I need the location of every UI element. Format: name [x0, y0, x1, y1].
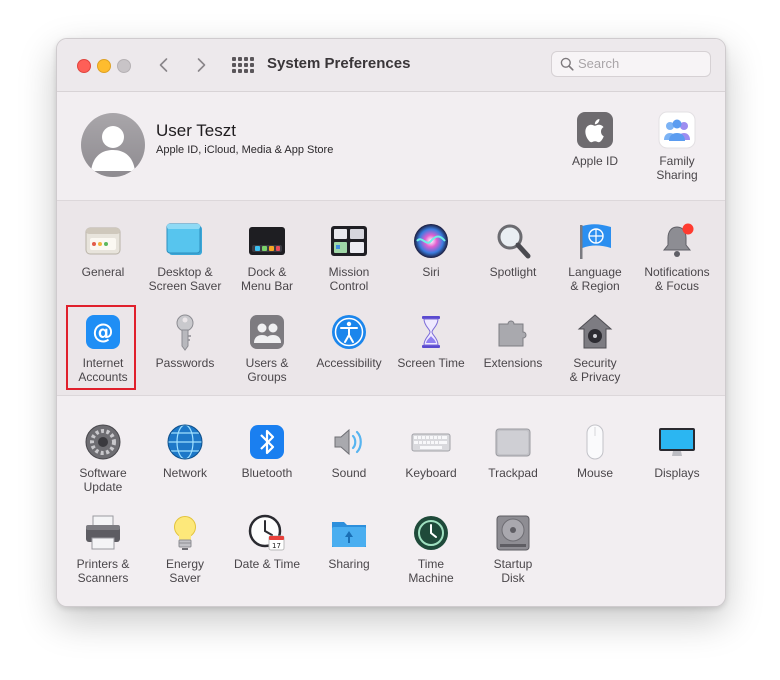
show-all-grid-button[interactable]	[232, 56, 254, 74]
person-icon	[91, 126, 135, 171]
pref-label: Trackpad	[488, 466, 538, 480]
apple-icon	[577, 112, 613, 148]
user-section: User Teszt Apple ID, iCloud, Media & App…	[57, 92, 725, 201]
pref-label: Notifications & Focus	[644, 265, 710, 293]
time-machine-icon	[414, 516, 448, 550]
pref-label: Sharing	[328, 557, 370, 571]
search-input[interactable]	[578, 56, 704, 71]
general-icon	[85, 227, 121, 255]
pref-label: Dock & Menu Bar	[240, 265, 294, 293]
close-button[interactable]	[77, 59, 91, 73]
pref-label: Family Sharing	[656, 154, 698, 182]
key-icon	[176, 314, 194, 351]
pref-label: General	[81, 265, 125, 279]
search-icon	[560, 57, 574, 71]
pref-label: Software Update	[79, 466, 127, 494]
display-icon	[659, 428, 695, 456]
pref-label: Mission Control	[328, 265, 370, 293]
desktop-icon	[166, 223, 202, 255]
user-name[interactable]: User Teszt	[156, 121, 236, 141]
chevron-left-icon	[159, 58, 168, 72]
bluetooth-icon	[250, 425, 284, 459]
mission-control-icon	[331, 226, 367, 256]
printer-icon	[86, 515, 120, 550]
pref-label: Sound	[331, 466, 367, 480]
pref-label: Displays	[654, 466, 700, 480]
system-preferences-window: System Preferences User Teszt Apple ID, …	[56, 38, 726, 607]
users-icon	[250, 315, 284, 349]
preferences-section-2: Software Update Network Bluetooth Sound …	[57, 396, 725, 606]
puzzle-icon	[498, 320, 527, 347]
speaker-icon	[334, 428, 362, 456]
notifications-icon	[662, 223, 694, 257]
lock-house-icon	[577, 314, 613, 349]
trackpad-icon	[495, 428, 531, 457]
svg-text:17: 17	[272, 542, 281, 550]
pref-label: Siri	[422, 265, 440, 279]
pref-label: Time Machine	[408, 557, 454, 585]
family-icon	[658, 111, 696, 149]
pref-label: Network	[162, 466, 207, 480]
pref-label: Desktop & Screen Saver	[148, 265, 222, 293]
globe-icon	[167, 424, 203, 460]
pref-label: Bluetooth	[241, 466, 293, 480]
gear-icon	[85, 424, 121, 460]
back-button[interactable]	[153, 54, 175, 76]
clock-icon: 17	[248, 514, 285, 551]
pref-label: Users & Groups	[245, 356, 289, 384]
lightbulb-icon	[174, 516, 196, 550]
minimize-button[interactable]	[97, 59, 111, 73]
user-subtitle: Apple ID, iCloud, Media & App Store	[156, 144, 334, 156]
chevron-right-icon	[197, 58, 206, 72]
pref-label: Energy Saver	[165, 557, 205, 585]
mouse-icon	[586, 424, 604, 460]
pref-label: Screen Time	[397, 356, 465, 370]
avatar[interactable]	[81, 113, 145, 177]
siri-icon	[414, 224, 448, 258]
pref-label: Startup Disk	[493, 557, 533, 585]
pref-label: Date & Time	[233, 557, 301, 571]
disk-icon	[496, 515, 530, 551]
preferences-section-1: General Desktop & Screen Saver Dock & Me…	[57, 201, 725, 396]
keyboard-icon	[411, 433, 451, 452]
forward-button[interactable]	[190, 54, 212, 76]
dock-icon	[249, 227, 285, 255]
zoom-button[interactable]	[117, 59, 131, 73]
spotlight-icon	[497, 224, 531, 259]
accessibility-icon	[332, 315, 366, 349]
language-icon	[580, 224, 611, 259]
pref-label: Extensions	[483, 356, 543, 370]
pref-label: Keyboard	[405, 466, 457, 480]
hourglass-icon	[422, 316, 440, 348]
pref-label: Accessibility	[316, 356, 382, 370]
search-box[interactable]	[551, 51, 711, 77]
toolbar: System Preferences	[57, 39, 725, 92]
pref-label: Language & Region	[568, 265, 622, 293]
pref-label: Mouse	[576, 466, 614, 480]
window-title: System Preferences	[267, 55, 411, 72]
highlight-box	[66, 305, 136, 390]
pref-label: Apple ID	[571, 154, 619, 168]
pref-label: Security & Privacy	[569, 356, 621, 384]
pref-label: Passwords	[155, 356, 215, 370]
folder-icon	[332, 522, 366, 547]
pref-label: Printers & Scanners	[76, 557, 130, 585]
pref-label: Spotlight	[489, 265, 537, 279]
